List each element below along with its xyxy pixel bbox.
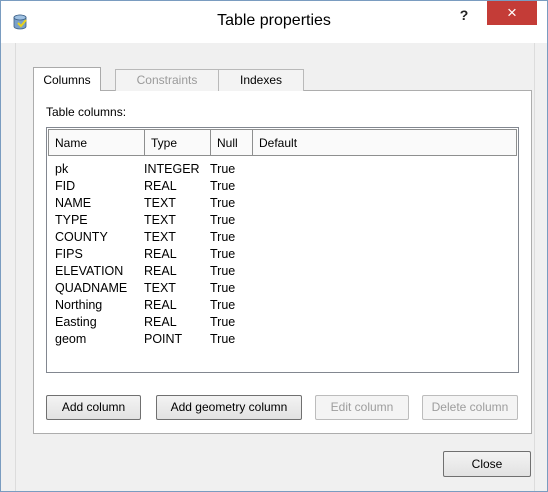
columns-table[interactable]: Name Type Null Default pk INTEGER True F… bbox=[46, 127, 519, 373]
cell-name: NAME bbox=[55, 196, 92, 210]
cell-type: TEXT bbox=[144, 281, 176, 295]
cell-name: QUADNAME bbox=[55, 281, 128, 295]
cell-null: True bbox=[210, 162, 236, 176]
cell-type: REAL bbox=[144, 315, 177, 329]
cell-null: True bbox=[210, 247, 236, 261]
title-bar: Table properties ? × bbox=[1, 1, 547, 43]
cell-type: POINT bbox=[144, 332, 183, 346]
cell-null: True bbox=[210, 332, 236, 346]
cell-type: TEXT bbox=[144, 196, 176, 210]
cell-null: True bbox=[210, 213, 236, 227]
cell-type: TEXT bbox=[144, 230, 176, 244]
cell-name: ELEVATION bbox=[55, 264, 124, 278]
cell-type: REAL bbox=[144, 264, 177, 278]
cell-null: True bbox=[210, 179, 236, 193]
cell-name: FID bbox=[55, 179, 76, 193]
close-button[interactable]: Close bbox=[443, 451, 531, 477]
help-button[interactable]: ? bbox=[451, 3, 477, 27]
close-window-button[interactable]: × bbox=[487, 1, 537, 25]
cell-null: True bbox=[210, 298, 236, 312]
cell-type: REAL bbox=[144, 247, 177, 261]
cell-null: True bbox=[210, 315, 236, 329]
cell-type: REAL bbox=[144, 298, 177, 312]
add-column-button[interactable]: Add column bbox=[46, 395, 141, 420]
cell-name: FIPS bbox=[55, 247, 83, 261]
edit-column-button[interactable]: Edit column bbox=[315, 395, 409, 420]
table-columns-label: Table columns: bbox=[46, 105, 127, 119]
tab-constraints[interactable]: Constraints bbox=[115, 69, 219, 91]
cell-name: Easting bbox=[55, 315, 97, 329]
header-type[interactable]: Type bbox=[144, 129, 211, 156]
delete-column-button[interactable]: Delete column bbox=[422, 395, 518, 420]
header-name[interactable]: Name bbox=[48, 129, 145, 156]
cell-null: True bbox=[210, 230, 236, 244]
cell-type: REAL bbox=[144, 179, 177, 193]
cell-name: geom bbox=[55, 332, 87, 346]
cell-type: INTEGER bbox=[144, 162, 200, 176]
cell-name: COUNTY bbox=[55, 230, 108, 244]
cell-type: TEXT bbox=[144, 213, 176, 227]
header-default[interactable]: Default bbox=[252, 129, 517, 156]
tab-columns[interactable]: Columns bbox=[33, 67, 101, 91]
cell-null: True bbox=[210, 264, 236, 278]
cell-null: True bbox=[210, 281, 236, 295]
add-geometry-column-button[interactable]: Add geometry column bbox=[156, 395, 302, 420]
cell-null: True bbox=[210, 196, 236, 210]
tab-indexes[interactable]: Indexes bbox=[218, 69, 304, 91]
cell-name: pk bbox=[55, 162, 69, 176]
header-null[interactable]: Null bbox=[210, 129, 253, 156]
cell-name: Northing bbox=[55, 298, 103, 312]
table-header: Name Type Null Default bbox=[48, 129, 517, 158]
table-properties-window: Table properties ? × Columns Constraints… bbox=[0, 0, 548, 492]
cell-name: TYPE bbox=[55, 213, 88, 227]
